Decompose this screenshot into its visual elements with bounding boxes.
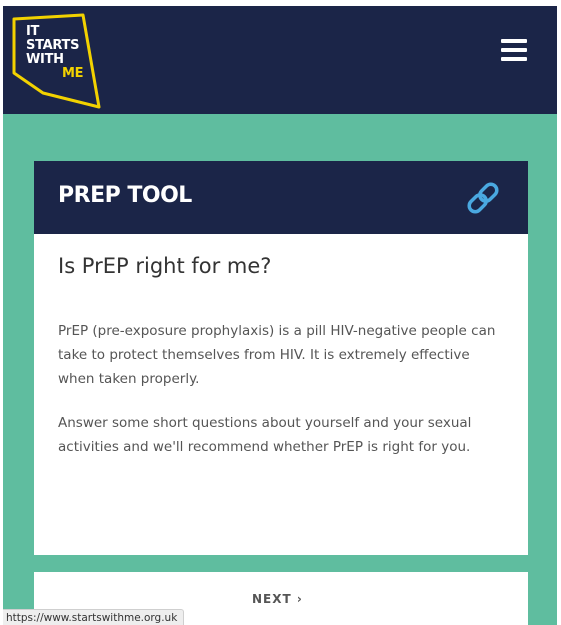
- top-navigation-bar: IT STARTS WITH ME: [3, 6, 557, 114]
- link-icon[interactable]: [464, 179, 502, 217]
- intro-paragraph: PrEP (pre-exposure prophylaxis) is a pil…: [58, 323, 496, 387]
- logo-line-4: ME: [62, 66, 84, 81]
- link-hover-status-url: https://www.startswithme.org.uk: [3, 609, 185, 625]
- prep-tool-card-body: Is PrEP right for me? PrEP (pre-exposure…: [34, 234, 528, 555]
- card-title: PREP TOOL: [58, 183, 192, 208]
- hamburger-menu-icon[interactable]: [501, 39, 527, 61]
- next-button[interactable]: NEXT ›: [252, 592, 303, 606]
- screen: IT STARTS WITH ME PREP TOOL Is PrEP righ…: [0, 0, 561, 625]
- logo-text: IT STARTS WITH ME: [26, 24, 84, 81]
- prep-tool-card-header: PREP TOOL: [34, 161, 528, 234]
- instructions-paragraph: Answer some short questions about yourse…: [58, 415, 472, 455]
- site-logo[interactable]: IT STARTS WITH ME: [11, 13, 103, 111]
- logo-line-2: STARTS: [26, 38, 80, 53]
- logo-line-3: WITH: [26, 52, 64, 67]
- card-heading: Is PrEP right for me?: [58, 254, 272, 278]
- logo-line-1: IT: [26, 24, 40, 39]
